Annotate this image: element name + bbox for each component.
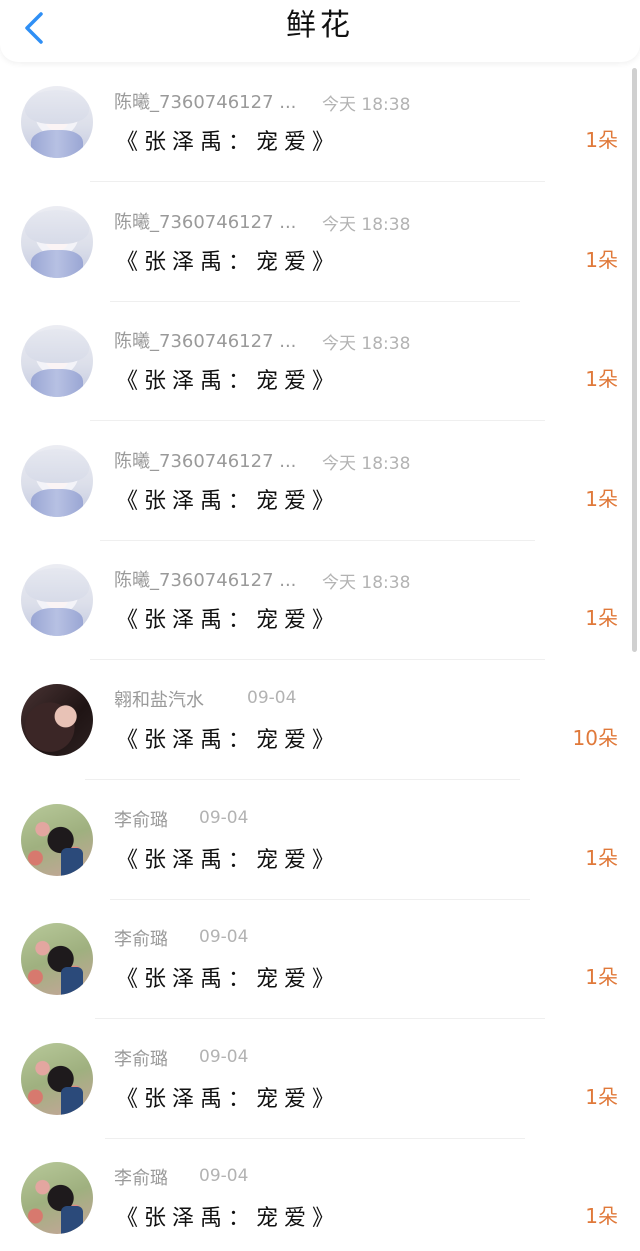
flower-count: 1朵 <box>585 247 618 272</box>
timestamp: 今天 18:38 <box>322 573 411 594</box>
book-title: 《张泽禹：宠爱》 <box>116 488 341 514</box>
book-title: 《张泽禹：宠爱》 <box>116 847 341 873</box>
sender-name: 李俞璐 <box>114 929 168 951</box>
gift-list: 陈曦_7360746127 ... 今天 18:38 《张泽禹：宠爱》 1朵 陈曦_73… <box>0 62 640 1251</box>
flower-count: 10朵 <box>572 726 618 750</box>
page-title: 鲜花 <box>286 8 354 43</box>
list-item[interactable]: 李俞璐 09-04 《张泽禹：宠爱》 1朵 <box>0 780 640 900</box>
sender-name: 陈曦_7360746127 ... <box>114 570 297 592</box>
timestamp: 今天 18:38 <box>322 214 411 235</box>
list-item[interactable]: 翱和盐汽水 09-04 《张泽禹：宠爱》 10朵 <box>0 660 640 780</box>
avatar[interactable] <box>21 1042 93 1115</box>
list-item[interactable]: 陈曦_7360746127 ... 今天 18:38 《张泽禹：宠爱》 1朵 <box>0 301 640 422</box>
avatar[interactable] <box>21 1162 93 1235</box>
flower-count: 1朵 <box>585 845 618 870</box>
book-title: 《张泽禹：宠爱》 <box>116 728 341 753</box>
sender-name: 李俞璐 <box>114 1168 168 1190</box>
avatar[interactable] <box>21 684 93 756</box>
timestamp: 今天 18:38 <box>322 334 411 355</box>
avatar[interactable] <box>21 444 93 517</box>
sender-name: 陈曦_7360746127 ... <box>114 450 297 472</box>
list-item[interactable]: 李俞璐 09-04 《张泽禹：宠爱》 1朵 <box>0 899 640 1020</box>
avatar[interactable] <box>21 205 93 278</box>
flower-count: 1朵 <box>585 367 618 392</box>
sender-name: 李俞璐 <box>114 1048 168 1070</box>
avatar[interactable] <box>21 923 93 996</box>
flower-count: 1朵 <box>585 606 618 631</box>
avatar[interactable] <box>21 325 93 398</box>
list-item[interactable]: 李俞璐 09-04 《张泽禹：宠爱》 1朵 <box>0 1138 640 1251</box>
timestamp: 今天 18:38 <box>322 453 411 474</box>
sender-name: 翱和盐汽水 <box>114 690 204 711</box>
timestamp: 09-04 <box>199 807 249 828</box>
sender-name: 陈曦_7360746127 ... <box>114 211 297 233</box>
list-item[interactable]: 陈曦_7360746127 ... 今天 18:38 《张泽禹：宠爱》 1朵 <box>0 421 640 541</box>
book-title: 《张泽禹：宠爱》 <box>116 1086 341 1112</box>
timestamp: 09-04 <box>247 688 297 708</box>
book-title: 《张泽禹：宠爱》 <box>116 608 341 634</box>
avatar[interactable] <box>21 86 93 158</box>
timestamp: 今天 18:38 <box>322 95 411 115</box>
list-item[interactable]: 陈曦_7360746127 ... 今天 18:38 《张泽禹：宠爱》 1朵 <box>0 182 640 302</box>
sender-name: 李俞璐 <box>114 809 168 831</box>
timestamp: 09-04 <box>199 927 249 948</box>
book-title: 《张泽禹：宠爱》 <box>116 1206 341 1232</box>
list-item[interactable]: 陈曦_7360746127 ... 今天 18:38 《张泽禹：宠爱》 1朵 <box>0 540 640 661</box>
sender-name: 陈曦_7360746127 ... <box>114 331 297 353</box>
flower-count: 1朵 <box>585 486 618 511</box>
list-item[interactable]: 李俞璐 09-04 《张泽禹：宠爱》 1朵 <box>0 1019 640 1139</box>
book-title: 《张泽禹：宠爱》 <box>116 967 341 993</box>
flower-count: 1朵 <box>585 1204 618 1229</box>
avatar[interactable] <box>21 564 93 637</box>
avatar[interactable] <box>21 803 93 876</box>
scrollbar[interactable] <box>632 68 637 652</box>
list-item[interactable]: 陈曦_7360746127 ... 今天 18:38 《张泽禹：宠爱》 1朵 <box>0 62 640 182</box>
timestamp: 09-04 <box>199 1046 249 1067</box>
sender-name: 陈曦_7360746127 ... <box>114 92 297 113</box>
book-title: 《张泽禹：宠爱》 <box>116 249 341 275</box>
flower-count: 1朵 <box>585 128 618 152</box>
flower-count: 1朵 <box>585 965 618 990</box>
timestamp: 09-04 <box>199 1166 249 1187</box>
book-title: 《张泽禹：宠爱》 <box>116 130 341 155</box>
flower-count: 1朵 <box>585 1084 618 1109</box>
book-title: 《张泽禹：宠爱》 <box>116 369 341 395</box>
top-bar: 鲜花 <box>0 0 640 62</box>
